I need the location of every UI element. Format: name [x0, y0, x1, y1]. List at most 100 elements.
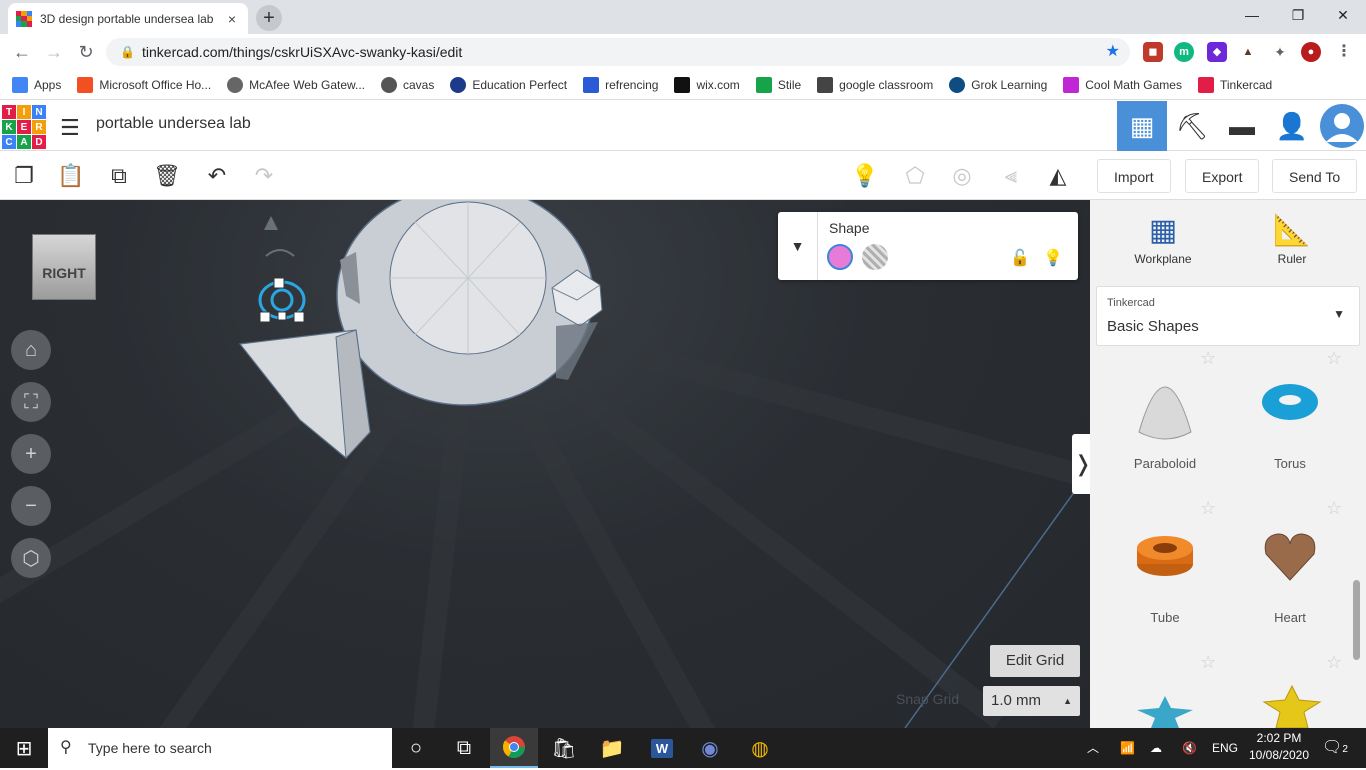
- solid-color-swatch[interactable]: [827, 244, 853, 270]
- notification-center-icon[interactable]: 🗨2: [1322, 728, 1348, 768]
- bricks-icon[interactable]: ▬: [1217, 101, 1267, 151]
- favorite-star-icon[interactable]: ☆: [1200, 348, 1216, 369]
- chrome-menu-icon[interactable]: ⋮: [1334, 42, 1354, 62]
- file-explorer-icon[interactable]: 📁: [588, 728, 636, 768]
- network-wifi-icon[interactable]: 📶: [1120, 728, 1135, 768]
- taskbar-search-box[interactable]: ⚲ Type here to search: [48, 728, 392, 768]
- align-icon[interactable]: ⫷: [995, 160, 1027, 192]
- workplane-viewport[interactable]: RIGHT ⌂ ⛶ + − ⬡ ▼ Shape 🔓 💡 Edit Grid Sn…: [0, 200, 1090, 728]
- shape-library-dropdown[interactable]: Tinkercad Basic Shapes ▼: [1096, 286, 1360, 346]
- ungroup-icon[interactable]: ◎: [946, 160, 978, 192]
- bookmark-item[interactable]: Cool Math Games: [1063, 76, 1182, 93]
- delete-trash-icon[interactable]: 🗑: [151, 160, 183, 192]
- hole-swatch[interactable]: [862, 244, 888, 270]
- bookmark-item[interactable]: Education Perfect: [450, 76, 567, 93]
- home-view-icon[interactable]: ⌂: [11, 330, 51, 370]
- group-icon[interactable]: ⬠: [899, 160, 931, 192]
- bookmark-item[interactable]: McAfee Web Gatew...: [227, 76, 365, 93]
- gold-star-shape-icon[interactable]: [1262, 684, 1322, 728]
- education-app-icon[interactable]: ◍: [736, 728, 784, 768]
- word-app-icon[interactable]: W: [638, 728, 686, 768]
- fit-view-icon[interactable]: ⛶: [11, 382, 51, 422]
- bookmark-item[interactable]: Microsoft Office Ho...: [77, 76, 211, 93]
- ruler-button[interactable]: 📐 Ruler: [1252, 210, 1332, 266]
- resize-handle[interactable]: [293, 311, 305, 323]
- collapse-caret-icon[interactable]: ▼: [778, 212, 818, 280]
- favorite-star-icon[interactable]: ☆: [1200, 498, 1216, 519]
- taskbar-clock[interactable]: 2:02 PM 10/08/2020: [1248, 730, 1310, 764]
- bookmark-item[interactable]: Tinkercad: [1197, 76, 1272, 93]
- resize-handle[interactable]: [277, 311, 287, 321]
- window-close-button[interactable]: ✕: [1320, 0, 1366, 30]
- mcafee-extension-icon[interactable]: ◼: [1143, 42, 1163, 62]
- back-arrow-icon[interactable]: ←: [10, 40, 34, 64]
- store-app-icon[interactable]: 🛍: [540, 728, 588, 768]
- bookmark-item[interactable]: google classroom: [817, 76, 933, 93]
- tab-close-icon[interactable]: ×: [224, 11, 240, 27]
- onedrive-icon[interactable]: ☁: [1150, 728, 1162, 768]
- paste-icon[interactable]: 📋: [55, 160, 87, 192]
- unlock-icon[interactable]: 🔓: [1010, 248, 1030, 268]
- design-list-icon[interactable]: ☰: [60, 115, 80, 141]
- bookmark-star-icon[interactable]: ★: [1106, 38, 1120, 66]
- edit-grid-button[interactable]: Edit Grid: [990, 645, 1080, 677]
- resize-handle[interactable]: [259, 311, 271, 323]
- perspective-cube-icon[interactable]: ⬡: [11, 538, 51, 578]
- 3d-view-grid-icon[interactable]: ▦: [1117, 101, 1167, 151]
- favorite-star-icon[interactable]: ☆: [1326, 348, 1342, 369]
- chrome-app-icon[interactable]: [490, 728, 538, 768]
- mirror-icon[interactable]: ◭: [1042, 160, 1074, 192]
- favorite-star-icon[interactable]: ☆: [1326, 652, 1342, 673]
- star-shape-icon[interactable]: [1135, 694, 1195, 728]
- tinkercad-logo[interactable]: T I N K E R C A D: [2, 105, 46, 149]
- new-tab-button[interactable]: +: [256, 5, 282, 31]
- bookmark-item[interactable]: wix.com: [674, 76, 740, 93]
- duplicate-icon[interactable]: ⧉: [103, 160, 135, 192]
- reload-icon[interactable]: ↻: [74, 40, 98, 64]
- rotate-handle-icon[interactable]: [265, 249, 295, 257]
- light-bulb-icon[interactable]: 💡: [849, 160, 881, 192]
- export-button[interactable]: Export: [1185, 159, 1260, 193]
- forward-arrow-icon[interactable]: →: [42, 40, 66, 64]
- zoom-out-icon[interactable]: −: [11, 486, 51, 526]
- show-hidden-icons-chevron[interactable]: ︿: [1087, 728, 1099, 768]
- volume-muted-icon[interactable]: 🔇: [1182, 728, 1197, 768]
- cube-extension-icon[interactable]: ◆: [1207, 42, 1227, 62]
- import-button[interactable]: Import: [1097, 159, 1171, 193]
- language-indicator[interactable]: ENG: [1212, 728, 1238, 768]
- workplane-button[interactable]: ▦ Workplane: [1123, 210, 1203, 266]
- url-input[interactable]: 🔒 tinkercad.com/things/cskrUiSXAvc-swank…: [106, 38, 1130, 66]
- profile-avatar-icon[interactable]: ●: [1301, 42, 1321, 62]
- zoom-in-icon[interactable]: +: [11, 434, 51, 474]
- m-extension-icon[interactable]: m: [1174, 42, 1194, 62]
- light-bulb-icon[interactable]: 💡: [1043, 248, 1063, 268]
- windows-start-icon[interactable]: ⊞: [0, 728, 48, 768]
- bookmark-item[interactable]: Stile: [755, 76, 801, 93]
- puzzle-extension-icon[interactable]: ✦: [1270, 42, 1290, 62]
- bookmark-item[interactable]: Apps: [12, 76, 61, 93]
- cortana-icon[interactable]: ○: [392, 728, 440, 768]
- favorite-star-icon[interactable]: ☆: [1200, 652, 1216, 673]
- task-view-icon[interactable]: ⧉: [440, 728, 488, 768]
- project-name[interactable]: portable undersea lab: [96, 115, 251, 133]
- pickaxe-icon[interactable]: ⛏: [1167, 101, 1217, 151]
- send-to-button[interactable]: Send To: [1272, 159, 1358, 193]
- view-cube[interactable]: RIGHT: [32, 234, 96, 300]
- undo-icon[interactable]: ↶: [201, 160, 233, 192]
- bookmark-item[interactable]: cavas: [381, 76, 434, 93]
- snap-grid-select[interactable]: 1.0 mm ▲: [983, 686, 1080, 716]
- resize-handle[interactable]: [273, 277, 285, 289]
- discord-app-icon[interactable]: ◉: [686, 728, 734, 768]
- minimize-button[interactable]: —: [1229, 0, 1275, 30]
- bookmark-item[interactable]: refrencing: [583, 76, 658, 93]
- bookmark-item[interactable]: Grok Learning: [949, 76, 1047, 93]
- maximize-button[interactable]: ❐: [1275, 0, 1321, 30]
- add-user-icon[interactable]: 👤: [1267, 101, 1317, 151]
- user-avatar[interactable]: [1317, 101, 1366, 151]
- redo-icon[interactable]: ↷: [248, 160, 280, 192]
- favorite-star-icon[interactable]: ☆: [1326, 498, 1342, 519]
- browser-tab[interactable]: 3D design portable undersea lab ×: [8, 3, 248, 34]
- sidebar-scrollbar[interactable]: [1353, 580, 1360, 660]
- copy-icon[interactable]: ❐: [8, 160, 40, 192]
- sleigh-extension-icon[interactable]: ▲: [1238, 42, 1258, 62]
